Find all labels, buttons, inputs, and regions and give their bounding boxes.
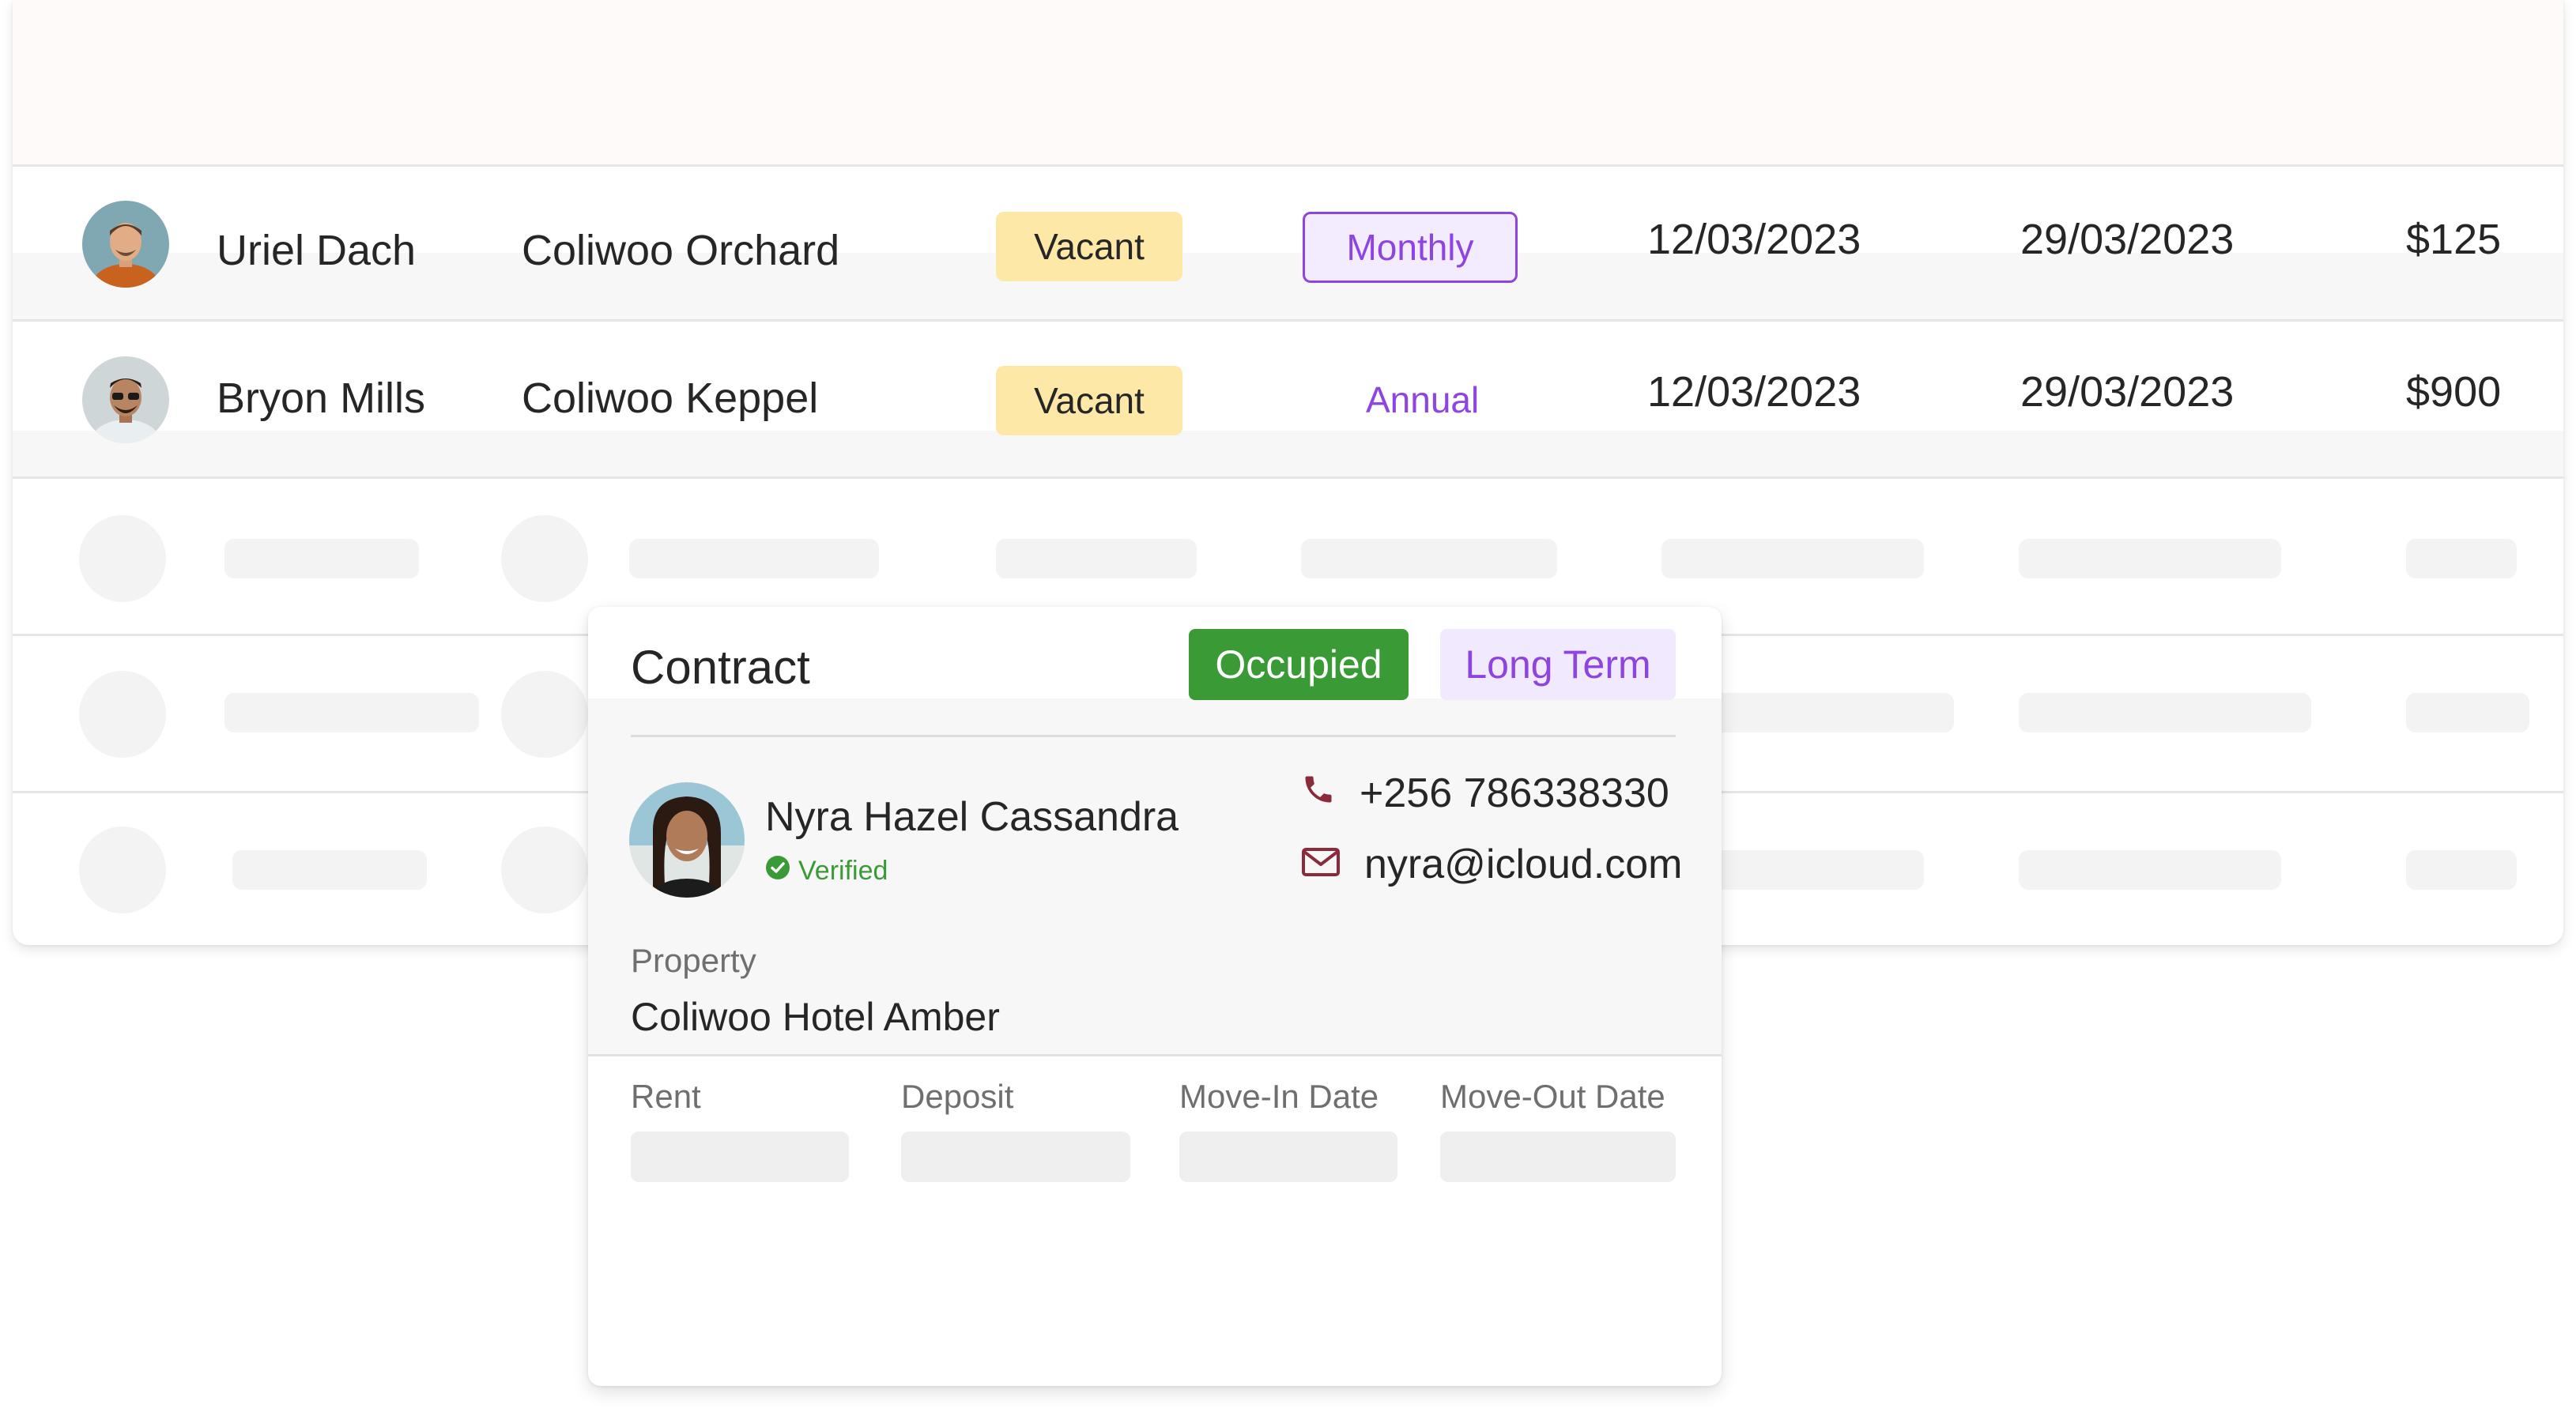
rent-label: Rent <box>631 1078 701 1115</box>
contract-title: Contract <box>631 641 810 694</box>
rent-value-skeleton <box>631 1131 849 1182</box>
email-contact[interactable]: nyra@icloud.com <box>1301 841 1683 888</box>
move-in-date: 12/03/2023 <box>1647 216 1861 263</box>
move-in-value-skeleton <box>1179 1131 1397 1182</box>
verified-status: Verified <box>765 855 888 887</box>
divider <box>631 735 1676 737</box>
person-name: Nyra Hazel Cassandra <box>765 794 1179 840</box>
property-label: Property <box>631 942 756 979</box>
move-out-date: 29/03/2023 <box>2020 368 2235 416</box>
table-row[interactable]: Bryon Mills Coliwoo Keppel Vacant Annual… <box>13 322 2563 479</box>
avatar <box>82 201 169 288</box>
deposit-value-skeleton <box>901 1131 1130 1182</box>
tenant-name: Uriel Dach <box>217 227 417 274</box>
email-address: nyra@icloud.com <box>1364 842 1683 887</box>
phone-contact[interactable]: +256 786338330 <box>1301 770 1669 817</box>
property-name: Coliwoo Keppel <box>522 375 819 422</box>
verified-label: Verified <box>798 856 888 886</box>
property-value: Coliwoo Hotel Amber <box>631 995 1000 1039</box>
status-badge: Vacant <box>996 212 1182 281</box>
contract-card: Contract Occupied Long Term Nyra Hazel C… <box>588 607 1722 1386</box>
table-row[interactable]: Uriel Dach Coliwoo Orchard Vacant Monthl… <box>13 164 2563 322</box>
status-badge: Vacant <box>996 366 1182 435</box>
plan-badge[interactable]: Monthly <box>1303 212 1518 283</box>
phone-number: +256 786338330 <box>1360 770 1669 816</box>
deposit-label: Deposit <box>901 1078 1014 1115</box>
move-out-value-skeleton <box>1440 1131 1676 1182</box>
move-in-label: Move-In Date <box>1179 1078 1379 1115</box>
table-header <box>13 0 2563 167</box>
move-in-date: 12/03/2023 <box>1647 368 1861 416</box>
avatar <box>82 356 169 443</box>
tenant-name: Bryon Mills <box>217 375 426 422</box>
property-name: Coliwoo Orchard <box>522 227 840 274</box>
phone-icon <box>1301 770 1336 817</box>
long-term-badge: Long Term <box>1440 629 1676 700</box>
occupied-badge: Occupied <box>1189 629 1409 700</box>
rent-amount: $900 <box>2406 368 2502 416</box>
rent-amount: $125 <box>2406 216 2502 263</box>
check-circle-icon <box>765 855 790 887</box>
mail-icon <box>1301 841 1341 888</box>
plan-label[interactable]: Annual <box>1366 378 1479 421</box>
move-out-date: 29/03/2023 <box>2020 216 2235 263</box>
avatar <box>629 782 745 898</box>
move-out-label: Move-Out Date <box>1440 1078 1665 1115</box>
